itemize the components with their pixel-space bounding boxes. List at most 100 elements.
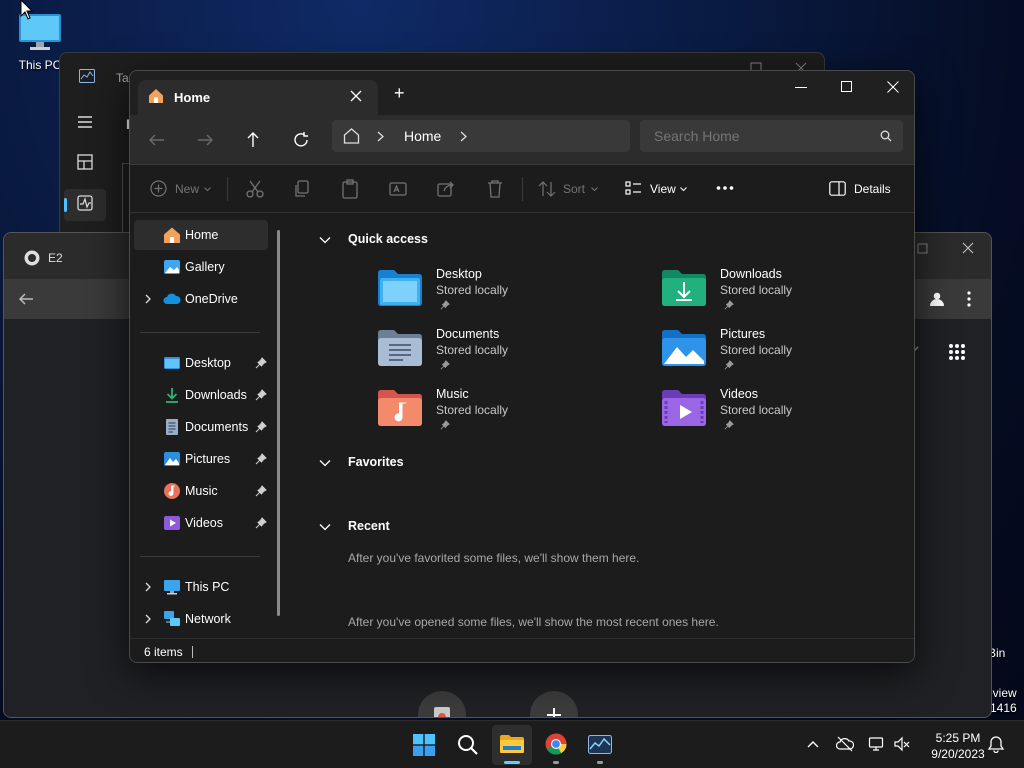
music-icon [164, 483, 180, 499]
network-status-icon[interactable] [868, 735, 886, 753]
back-arrow-icon[interactable] [147, 130, 167, 150]
chevron-right-icon[interactable] [460, 131, 468, 142]
sort-button[interactable]: Sort [538, 179, 600, 199]
quick-access-item-music[interactable]: Music Stored locally [378, 387, 618, 443]
nav-item-videos[interactable]: Videos [134, 508, 268, 538]
paste-icon[interactable] [341, 179, 359, 199]
quick-access-item-downloads[interactable]: Downloads Stored locally [662, 267, 902, 323]
cut-icon[interactable] [246, 179, 264, 199]
pin-icon[interactable] [255, 389, 267, 401]
nav-item-music[interactable]: Music [134, 476, 268, 506]
quick-access-name: Videos [720, 387, 758, 401]
chevron-down-icon[interactable] [318, 456, 332, 470]
chevron-right-icon[interactable] [377, 131, 385, 142]
home-icon [149, 89, 163, 103]
clock-time: 5:25 PM [935, 731, 981, 745]
processes-icon[interactable] [76, 153, 94, 171]
new-button[interactable]: New [150, 179, 214, 199]
refresh-icon[interactable] [291, 130, 311, 150]
more-options-icon[interactable] [716, 185, 734, 191]
taskbar-search-button[interactable] [448, 725, 488, 765]
search-box[interactable] [640, 120, 903, 152]
explorer-title-bar: Home + [130, 71, 914, 115]
details-pane-button[interactable]: Details [829, 179, 893, 199]
quick-access-item-desktop[interactable]: Desktop Stored locally [378, 267, 618, 323]
pin-icon[interactable] [255, 453, 267, 465]
pin-icon[interactable] [255, 485, 267, 497]
system-clock[interactable]: 5:25 PM 9/20/2023 [922, 730, 994, 762]
quick-access-name: Documents [436, 327, 500, 341]
breadcrumb-segment[interactable]: Home [404, 128, 441, 144]
nav-item-network[interactable]: Network [134, 604, 268, 634]
search-icon[interactable] [880, 130, 892, 142]
nav-item-downloads[interactable]: Downloads [134, 380, 268, 410]
nav-item-this-pc[interactable]: This PC [134, 572, 268, 602]
pin-icon[interactable] [255, 357, 267, 369]
view-button[interactable]: View [625, 179, 691, 199]
notification-bell-icon[interactable] [987, 735, 1005, 753]
close-button[interactable] [870, 73, 914, 105]
nav-item-label: Home [185, 228, 219, 242]
start-button[interactable] [404, 725, 444, 765]
nav-item-home[interactable]: Home [134, 220, 268, 250]
chevron-up-icon[interactable] [804, 735, 822, 753]
file-explorer-window[interactable]: Home + Home New [129, 70, 915, 663]
forward-arrow-icon[interactable] [195, 130, 215, 150]
up-arrow-icon[interactable] [243, 130, 263, 150]
nav-separator [140, 556, 260, 557]
chevron-down-icon[interactable] [318, 520, 332, 534]
desktop-folder-icon [378, 270, 422, 306]
quick-access-status: Stored locally [720, 343, 793, 357]
taskbar-task-manager[interactable] [580, 725, 620, 765]
chevron-right-icon[interactable] [143, 614, 153, 624]
delete-icon[interactable] [486, 179, 504, 199]
search-input[interactable] [640, 120, 875, 152]
quick-access-item-documents[interactable]: Documents Stored locally [378, 327, 618, 383]
taskbar-file-explorer[interactable] [492, 725, 532, 765]
nav-item-onedrive[interactable]: OneDrive [134, 284, 268, 314]
nav-item-pictures[interactable]: Pictures [134, 444, 268, 474]
performance-icon[interactable] [76, 194, 94, 212]
chevron-right-icon[interactable] [143, 582, 153, 592]
copy-icon[interactable] [293, 179, 311, 199]
recycle-bin-label[interactable]: Bin [988, 646, 1024, 660]
plus-circle-icon [150, 180, 167, 197]
back-arrow-icon[interactable] [18, 291, 34, 307]
new-tab-button[interactable]: + [394, 83, 405, 104]
taskbar-chrome[interactable] [536, 725, 576, 765]
profile-icon[interactable] [928, 290, 946, 308]
pin-icon[interactable] [255, 421, 267, 433]
maximize-icon[interactable] [917, 243, 928, 254]
quick-access-item-videos[interactable]: Videos Stored locally [662, 387, 902, 443]
volume-muted-icon[interactable] [893, 735, 911, 753]
shortcut-tile[interactable] [418, 691, 466, 717]
nav-scrollbar[interactable] [277, 230, 280, 616]
share-icon[interactable] [437, 179, 455, 199]
quick-access-item-pictures[interactable]: Pictures Stored locally [662, 327, 902, 383]
close-tab-icon[interactable] [350, 90, 362, 102]
pin-icon[interactable] [255, 517, 267, 529]
add-shortcut-button[interactable] [530, 691, 578, 717]
nav-item-gallery[interactable]: Gallery [134, 252, 268, 282]
sort-icon [538, 181, 556, 197]
chrome-tab-title[interactable]: E2 [48, 251, 63, 265]
maximize-button[interactable] [824, 73, 870, 105]
search-icon [458, 735, 478, 755]
rename-icon[interactable] [389, 179, 407, 199]
tab-home[interactable]: Home [138, 80, 378, 115]
chevron-right-icon[interactable] [143, 294, 153, 304]
apps-grid-icon[interactable] [948, 343, 966, 361]
close-icon[interactable] [962, 242, 974, 254]
onedrive-offline-icon[interactable] [836, 735, 854, 753]
network-icon [164, 611, 180, 626]
hamburger-menu-icon[interactable] [76, 113, 94, 131]
minimize-button[interactable] [778, 73, 824, 105]
sort-button-label: Sort [563, 182, 586, 196]
navigation-pane: Home Gallery OneDrive Desktop Downloads … [130, 214, 288, 638]
nav-item-desktop[interactable]: Desktop [134, 348, 268, 378]
breadcrumb[interactable]: Home [332, 120, 630, 152]
home-outline-icon[interactable] [343, 128, 360, 144]
chevron-down-icon[interactable] [318, 233, 332, 247]
nav-item-documents[interactable]: Documents [134, 412, 268, 442]
chrome-menu-icon[interactable] [964, 290, 974, 308]
